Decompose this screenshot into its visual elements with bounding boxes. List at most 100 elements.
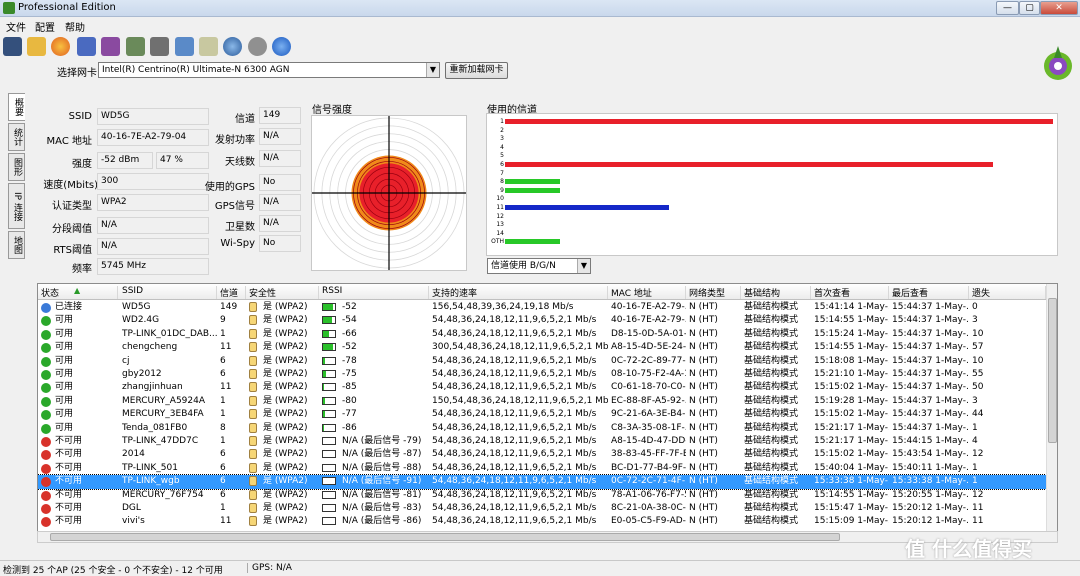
- antenna-label: 天线数: [225, 157, 255, 168]
- cell-mac: 40-16-7E-A2-79-...: [611, 315, 686, 326]
- rssi-bar: [322, 343, 336, 352]
- reload-nic-button[interactable]: 重新加载网卡: [445, 62, 508, 79]
- table-row[interactable]: 可用 chengcheng 11 是 (WPA2) -52 300,54,48,36,24…: [38, 341, 1046, 354]
- column-header-first[interactable]: 首次查看: [811, 286, 889, 299]
- column-header-lost[interactable]: 遗失: [969, 286, 1046, 299]
- maximize-button[interactable]: ▢: [1019, 1, 1040, 15]
- check-icon[interactable]: [175, 37, 194, 56]
- help-icon[interactable]: [272, 37, 291, 56]
- close-button[interactable]: ✕: [1040, 1, 1078, 15]
- table-row[interactable]: 可用 MERCURY_A5924A 1 是 (WPA2) -80 150,54,48,36…: [38, 395, 1046, 408]
- info-icon[interactable]: [199, 37, 218, 56]
- menu-config[interactable]: 配置: [35, 19, 55, 34]
- cell-nettype: N (HT): [689, 369, 718, 379]
- column-header-sec[interactable]: 安全性: [246, 286, 319, 299]
- tab-summary[interactable]: 概要: [8, 93, 25, 121]
- minimize-button[interactable]: —: [996, 1, 1019, 15]
- table-row[interactable]: 可用 Tenda_081FB0 8 是 (WPA2) -86 54,48,36,24,18…: [38, 422, 1046, 435]
- tab-graph[interactable]: 图形: [8, 153, 25, 181]
- cell-mac: EC-88-8F-A5-92-...: [611, 395, 686, 406]
- column-header-infra[interactable]: 基础结构: [741, 286, 811, 299]
- menu-help[interactable]: 帮助: [65, 19, 85, 34]
- cell-rates: 156,54,48,39,36,24,19,18 Mb/s: [432, 302, 574, 312]
- chevron-down-icon[interactable]: ▼: [577, 259, 590, 273]
- cell-rates: 54,48,36,24,18,12,11,9,6,5,2,1 Mb/s: [432, 516, 597, 527]
- column-header-last[interactable]: 最后查看: [889, 286, 969, 299]
- globe-icon[interactable]: [223, 37, 242, 56]
- cell-rssi: N/A (最后信号 -91): [319, 475, 429, 488]
- rssi-bar: [322, 303, 336, 311]
- cell-infra: 基础结构模式: [744, 462, 799, 473]
- table-row[interactable]: 可用 zhangjinhuan 11 是 (WPA2) -85 54,48,36,24,1…: [38, 381, 1046, 394]
- rssi-bar: [322, 477, 336, 486]
- adapter-icon[interactable]: [77, 37, 96, 56]
- open-folder-icon[interactable]: [27, 37, 46, 56]
- table-row[interactable]: 不可用 TP-LINK_wgb 6 是 (WPA2) N/A (最后信号 -91) 54,…: [38, 474, 1047, 490]
- strength-label: 强度: [72, 159, 92, 170]
- column-header-nettype[interactable]: 网络类型: [686, 286, 741, 299]
- gps-use-label: 使用的GPS: [204, 182, 255, 193]
- table-row[interactable]: 不可用 DGL 1 是 (WPA2) N/A (最后信号 -83) 54,48,36,24…: [38, 502, 1046, 515]
- cell-first: 15:14:55 1-May-...: [814, 342, 889, 353]
- export-icon[interactable]: [126, 37, 145, 56]
- table-row[interactable]: 可用 MERCURY_3EB4FA 1 是 (WPA2) -77 54,48,36,24,…: [38, 408, 1046, 421]
- table-row[interactable]: 不可用 2014 6 是 (WPA2) N/A (最后信号 -87) 54,48,36,2…: [38, 448, 1046, 461]
- cell-sec: 是 (WPA2): [246, 395, 319, 408]
- scan-icon[interactable]: [51, 37, 70, 56]
- cell-infra: 基础结构模式: [744, 302, 799, 312]
- tab-ip-connections[interactable]: IP 连接: [8, 183, 25, 229]
- save-icon[interactable]: [3, 37, 22, 56]
- cell-sec: 是 (WPA2): [246, 408, 319, 421]
- cell-infra: 基础结构模式: [744, 476, 799, 487]
- filter-icon[interactable]: [101, 37, 120, 56]
- table-row[interactable]: 不可用 vivi's 11 是 (WPA2) N/A (最后信号 -86) 54,48,3…: [38, 515, 1046, 528]
- cell-rates: 54,48,36,24,18,12,11,9,6,5,2,1 Mb/s: [432, 449, 597, 460]
- chevron-down-icon[interactable]: ▼: [426, 63, 439, 77]
- hscroll-thumb[interactable]: [50, 533, 840, 541]
- channel-label: 信道: [235, 114, 255, 125]
- cell-nettype: N (HT): [689, 462, 718, 473]
- wispy-label: Wi-Spy: [220, 238, 255, 249]
- nic-dropdown[interactable]: Intel(R) Centrino(R) Ultimate-N 6300 AGN…: [98, 62, 440, 78]
- cell-nettype: N (HT): [689, 409, 718, 420]
- cell-nettype: N (HT): [689, 449, 718, 460]
- table-row[interactable]: 不可用 TP-LINK_501 6 是 (WPA2) N/A (最后信号 -88) 54,…: [38, 462, 1046, 475]
- table-row[interactable]: 可用 TP-LINK_01DC_DAB... 1 是 (WPA2) -66 54,48,3…: [38, 328, 1046, 341]
- column-header-rssi[interactable]: RSSI: [319, 286, 429, 299]
- cell-mac: 78-A1-06-76-F7-54: [611, 489, 686, 500]
- vertical-scrollbar[interactable]: [1046, 284, 1057, 531]
- rssi-text: N/A (最后信号 -86): [342, 516, 422, 527]
- column-header-ssid[interactable]: SSID: [119, 286, 217, 299]
- lock-icon: [249, 503, 257, 513]
- tab-stats[interactable]: 统计: [8, 123, 25, 151]
- scroll-thumb[interactable]: [1048, 298, 1057, 443]
- cell-rssi: -52: [319, 301, 429, 314]
- table-row[interactable]: 不可用 MERCURY_76F754 6 是 (WPA2) N/A (最后信号 -81)…: [38, 489, 1046, 502]
- print-icon[interactable]: [150, 37, 169, 56]
- cell-nettype: N (HT): [689, 395, 718, 406]
- cell-lost: 4: [972, 436, 978, 446]
- cell-status: 不可用: [38, 489, 118, 502]
- table-row[interactable]: 不可用 TP-LINK_47DD7C 1 是 (WPA2) N/A (最后信号 -79)…: [38, 435, 1046, 448]
- cell-nettype: N (HT): [689, 382, 718, 393]
- table-row[interactable]: 已连接 WD5G 149 是 (WPA2) -52 156,54,48,39,36,24,…: [38, 301, 1046, 314]
- tab-map[interactable]: 地图: [8, 231, 25, 259]
- table-row[interactable]: 可用 WD2.4G 9 是 (WPA2) -54 54,48,36,24,18,12,11…: [38, 314, 1046, 327]
- txpower-label: 发射功率: [215, 135, 255, 146]
- cell-ssid: TP-LINK_01DC_DAB...: [122, 328, 217, 339]
- cell-infra: 基础结构模式: [744, 395, 799, 406]
- band-dropdown[interactable]: 信道使用 B/G/N ▼: [487, 258, 591, 274]
- column-header-ch[interactable]: 信道: [217, 286, 246, 299]
- lock-icon: [249, 395, 257, 406]
- table-row[interactable]: 可用 gby2012 6 是 (WPA2) -75 54,48,36,24,18,12,1…: [38, 368, 1046, 381]
- cell-rates: 54,48,36,24,18,12,11,9,6,5,2,1 Mb/s: [432, 382, 597, 393]
- cell-ssid: DGL: [122, 503, 141, 513]
- cell-sec: 是 (WPA2): [246, 301, 319, 314]
- column-header-rates[interactable]: 支持的速率: [429, 286, 608, 299]
- column-header-mac[interactable]: MAC 地址: [608, 286, 686, 299]
- table-row[interactable]: 可用 cj 6 是 (WPA2) -78 54,48,36,24,18,12,11,9,6…: [38, 355, 1046, 368]
- channel-label-6: 6: [500, 161, 504, 168]
- cell-sec: 是 (WPA2): [246, 435, 319, 448]
- network-icon[interactable]: [248, 37, 267, 56]
- menu-file[interactable]: 文件: [6, 19, 26, 34]
